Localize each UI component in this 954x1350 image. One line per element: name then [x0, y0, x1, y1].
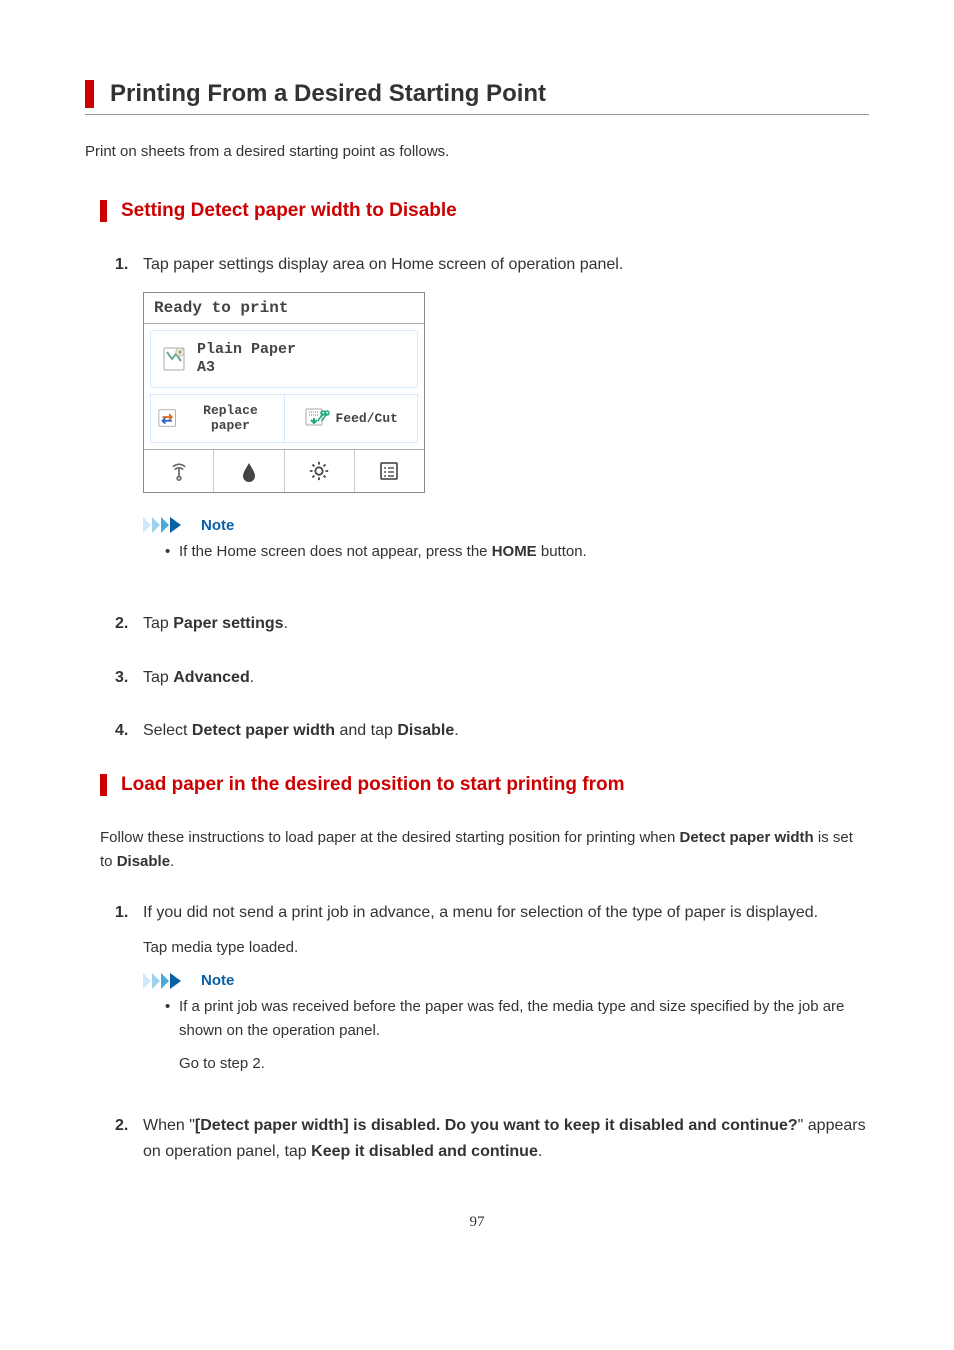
sec2-step1-text: If you did not send a print job in advan… [143, 900, 818, 926]
ink-icon [214, 450, 284, 492]
note-arrows-icon [143, 517, 193, 533]
screen-paper-area: Plain Paper A3 [150, 330, 418, 388]
paper-icon [161, 345, 189, 373]
sec2-step1-sub: Tap media type loaded. [143, 939, 869, 956]
note-arrows-icon [143, 973, 193, 989]
note-header: Note [143, 972, 869, 989]
jobs-icon [355, 450, 424, 492]
screen-paper-type: Plain Paper [197, 341, 296, 359]
section2-heading: Load paper in the desired position to st… [100, 774, 869, 796]
intro-text: Print on sheets from a desired starting … [85, 143, 869, 160]
step-number: 2. [115, 1117, 143, 1135]
gear-icon [285, 450, 355, 492]
feed-cut-icon [304, 407, 330, 429]
section1-heading: Setting Detect paper width to Disable [100, 200, 869, 222]
replace-paper-icon [157, 407, 177, 429]
step-number: 2. [115, 615, 143, 633]
step4-text: Select Detect paper width and tap Disabl… [143, 718, 459, 744]
page-number: 97 [85, 1214, 869, 1231]
step2-text: Tap Paper settings. [143, 611, 288, 637]
step3-text: Tap Advanced. [143, 665, 254, 691]
step1-text: Tap paper settings display area on Home … [143, 252, 623, 278]
note-header: Note [143, 517, 869, 534]
step-number: 1. [115, 256, 143, 274]
step-number: 4. [115, 722, 143, 740]
screen-replace-paper: Replace paper [151, 395, 285, 442]
note-item: If a print job was received before the p… [165, 995, 869, 1042]
operation-panel-screenshot: Ready to print Plain Paper A3 [143, 292, 425, 493]
sec2-step2-text: When "[Detect paper width] is disabled. … [143, 1113, 869, 1164]
note-item: If the Home screen does not appear, pres… [165, 540, 869, 563]
screen-paper-size: A3 [197, 359, 296, 377]
page-title: Printing From a Desired Starting Point [110, 80, 869, 108]
step-number: 3. [115, 669, 143, 687]
wireless-icon [144, 450, 214, 492]
section2-intro: Follow these instructions to load paper … [100, 826, 869, 874]
screen-feed-cut: Feed/Cut [285, 395, 418, 442]
screen-status: Ready to print [144, 293, 424, 324]
title-divider [85, 114, 869, 115]
note-subline: Go to step 2. [179, 1052, 869, 1075]
step-number: 1. [115, 904, 143, 922]
